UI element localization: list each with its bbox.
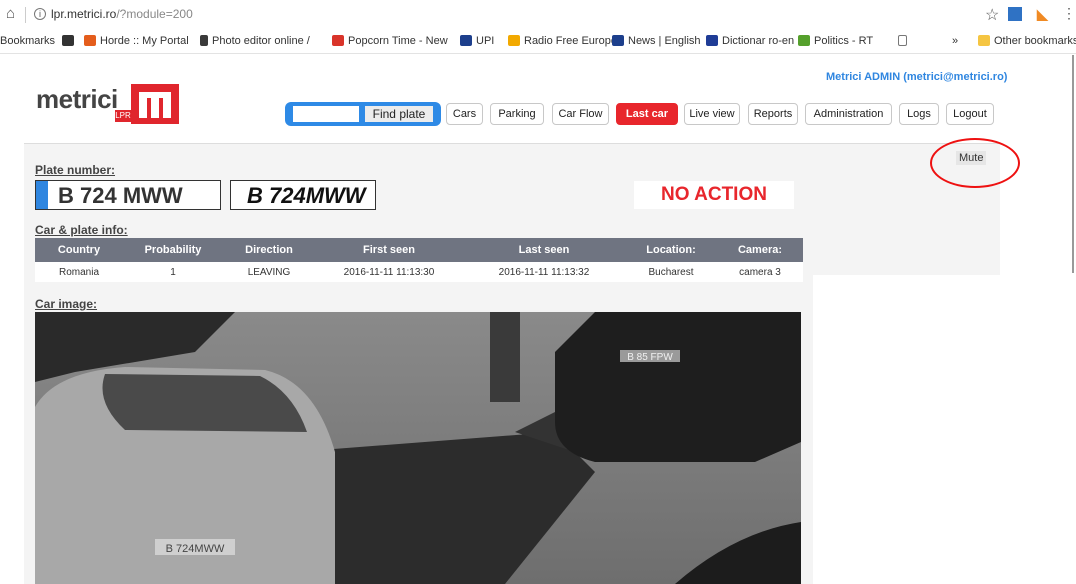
column-header: Last seen [463, 238, 625, 262]
bookmark-item[interactable] [62, 35, 78, 47]
highlight-circle-annotation [930, 138, 1020, 188]
plate-search-form: Find plate [285, 102, 441, 126]
table-cell: 2016-11-11 11:13:32 [463, 262, 625, 282]
bookmark-item[interactable]: Horde :: My Portal [84, 35, 189, 47]
bookmark-favicon [460, 35, 472, 46]
bookmark-favicon [332, 35, 344, 46]
toolbar-divider [25, 7, 26, 23]
table-cell: LEAVING [223, 262, 315, 282]
bookmarks-bar: Bookmarks Horde :: My Portal Photo edito… [0, 30, 1076, 54]
folder-icon [978, 35, 990, 46]
plate-crop-image: B 724MWW [230, 180, 376, 210]
address-bar[interactable]: lpr.metrici.ro/?module=200 [51, 7, 193, 21]
nav-live-view-button[interactable]: Live view [684, 103, 740, 125]
table-cell: 2016-11-11 11:13:30 [315, 262, 463, 282]
other-bookmarks[interactable]: Other bookmarks [978, 35, 1076, 47]
column-header: Probability [123, 238, 223, 262]
home-icon[interactable]: ⌂ [6, 6, 22, 22]
column-header: Location: [625, 238, 717, 262]
info-icon[interactable]: i [34, 8, 46, 20]
column-header: Camera: [717, 238, 803, 262]
nav-last-car-button[interactable]: Last car [616, 103, 678, 125]
table-cell: camera 3 [717, 262, 803, 282]
nav-parking-button[interactable]: Parking [490, 103, 544, 125]
car-image-heading: Car image: [35, 297, 98, 311]
plate-number-value: B 724 MWW [58, 183, 183, 208]
plate-search-input[interactable] [293, 106, 359, 122]
rear-car-plate-text: B 85 FPW [627, 352, 673, 363]
logo-mark-icon [131, 84, 179, 124]
bookmark-item[interactable]: News | English [612, 35, 701, 47]
bookmark-item[interactable]: Dictionar ro-en [706, 35, 794, 47]
car-info-heading: Car & plate info: [35, 223, 128, 237]
extension-icon[interactable] [1008, 7, 1022, 21]
bookmark-favicon [84, 35, 96, 46]
nav-car-flow-button[interactable]: Car Flow [552, 103, 609, 125]
scrollbar[interactable] [1072, 55, 1074, 273]
plate-number-heading: Plate number: [35, 163, 116, 177]
rss-icon[interactable]: ◣ [1037, 6, 1048, 23]
bookmark-favicon [508, 35, 520, 46]
browser-toolbar: ⌂ i lpr.metrici.ro/?module=200 ☆ ◣ ⋮ [0, 0, 1076, 30]
table-header-row: Country Probability Direction First seen… [35, 238, 803, 262]
bookmark-favicon [798, 35, 810, 46]
table-cell: Romania [35, 262, 123, 282]
bookmark-item[interactable] [898, 35, 911, 47]
logo-badge: LPR [115, 110, 131, 122]
bookmark-star-icon[interactable]: ☆ [985, 5, 999, 25]
admin-user-label[interactable]: Metrici ADMIN (metrici@metrici.ro) [826, 71, 1007, 83]
bookmark-item[interactable]: Bookmarks [0, 35, 55, 47]
nav-reports-button[interactable]: Reports [748, 103, 798, 125]
bookmark-favicon [62, 35, 74, 46]
car-camera-image: B 85 FPW B 724MWW [35, 312, 801, 584]
column-header: Direction [223, 238, 315, 262]
car-plate-text: B 724MWW [166, 543, 225, 555]
find-plate-button[interactable]: Find plate [365, 106, 433, 122]
menu-icon[interactable]: ⋮ [1062, 5, 1076, 22]
bookmark-item[interactable]: Popcorn Time - New [332, 35, 448, 47]
plate-crop-text: B 724MWW [247, 183, 366, 208]
blank-area [813, 275, 1076, 584]
page-icon [898, 35, 907, 46]
bookmark-favicon [612, 35, 624, 46]
nav-cars-button[interactable]: Cars [446, 103, 483, 125]
bookmark-item[interactable]: Radio Free Europe [508, 35, 617, 47]
column-header: First seen [315, 238, 463, 262]
column-header: Country [35, 238, 123, 262]
nav-administration-button[interactable]: Administration [805, 103, 892, 125]
nav-logs-button[interactable]: Logs [899, 103, 939, 125]
bookmark-favicon [706, 35, 718, 46]
bookmark-item[interactable]: Photo editor online / [200, 35, 310, 47]
bookmark-item[interactable]: UPI [460, 35, 494, 47]
plate-number-text: B 724 MWW [35, 180, 221, 210]
table-row: Romania 1 LEAVING 2016-11-11 11:13:30 20… [35, 262, 803, 282]
car-info-table: Country Probability Direction First seen… [35, 238, 803, 282]
bookmark-item[interactable]: Politics - RT [798, 35, 873, 47]
table-cell: Bucharest [625, 262, 717, 282]
bookmarks-overflow[interactable]: » [952, 35, 958, 47]
camera-snapshot-illustration: B 85 FPW B 724MWW [35, 312, 801, 584]
nav-logout-button[interactable]: Logout [946, 103, 994, 125]
bookmark-favicon [200, 35, 208, 46]
logo-text: metrici [36, 84, 118, 114]
status-badge: NO ACTION [634, 181, 794, 209]
table-cell: 1 [123, 262, 223, 282]
eu-plate-strip [36, 181, 48, 209]
